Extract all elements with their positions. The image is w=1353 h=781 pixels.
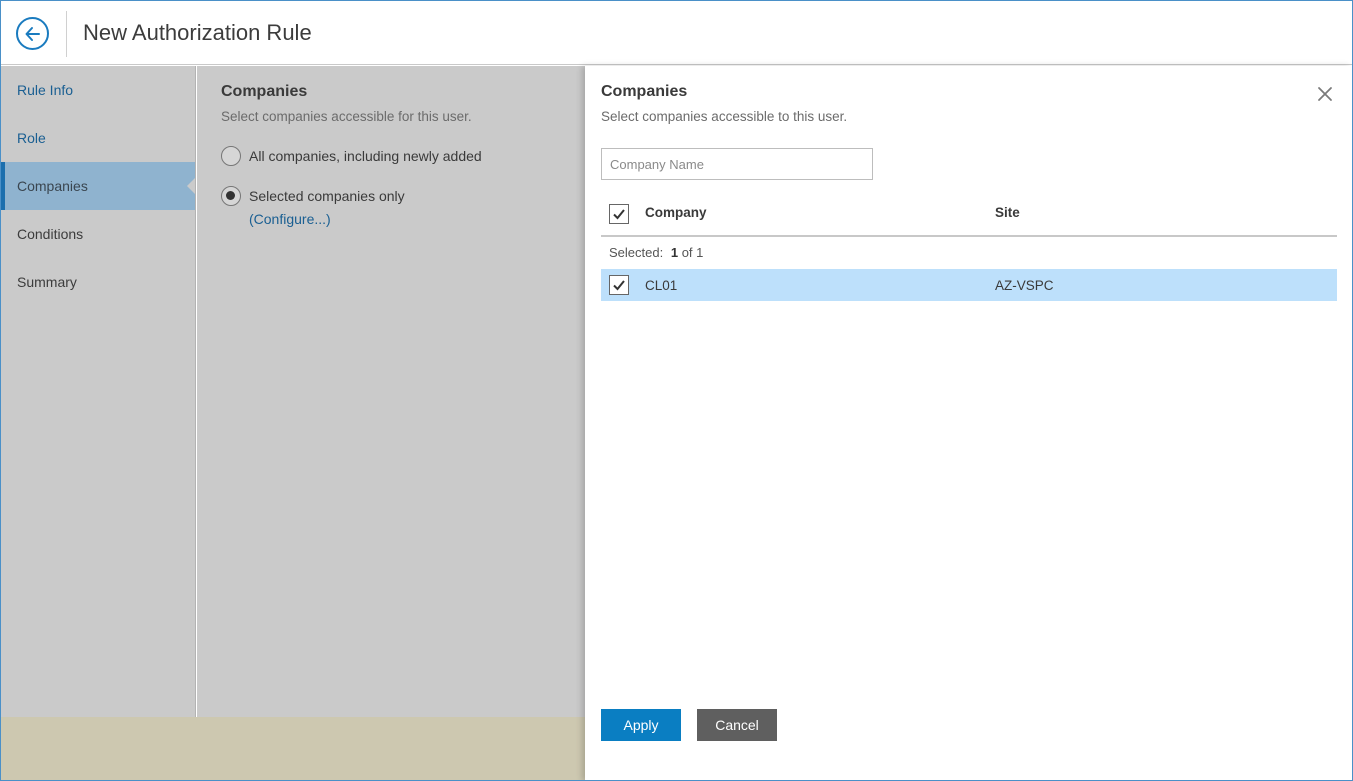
radio-all-companies[interactable]: All companies, including newly added [221, 146, 482, 166]
table-row[interactable]: CL01 AZ-VSPC [601, 269, 1337, 301]
selection-label: Selected: [609, 245, 664, 260]
radio-selected-companies-circle[interactable] [221, 186, 241, 206]
nav-item-role[interactable]: Role [1, 114, 195, 162]
header-divider [66, 11, 67, 57]
cancel-button[interactable]: Cancel [697, 709, 777, 741]
nav-item-rule-info[interactable]: Rule Info [1, 66, 195, 114]
radio-all-companies-label: All companies, including newly added [249, 148, 482, 164]
step-subtitle: Select companies accessible for this use… [221, 109, 472, 124]
selection-count: 1 [670, 245, 679, 260]
active-caret-icon [187, 178, 195, 194]
nav-item-companies-label: Companies [17, 178, 88, 194]
checkmark-icon [613, 280, 625, 291]
grid-header: Company Site [601, 194, 1337, 237]
wizard-steps-nav: Rule Info Role Companies Conditions Summ… [1, 66, 196, 717]
panel-title: Companies [601, 83, 688, 100]
checkmark-icon [613, 209, 625, 220]
companies-side-panel: Companies Select companies accessible to… [585, 66, 1352, 780]
nav-item-summary[interactable]: Summary [1, 258, 195, 306]
select-all-checkbox[interactable] [609, 204, 629, 224]
apply-button[interactable]: Apply [601, 709, 681, 741]
row-checkbox[interactable] [609, 275, 629, 295]
cell-site: AZ-VSPC [995, 278, 1054, 293]
nav-item-conditions[interactable]: Conditions [1, 210, 195, 258]
nav-item-companies[interactable]: Companies [1, 162, 195, 210]
step-title: Companies [221, 83, 308, 100]
panel-subtitle: Select companies accessible to this user… [601, 109, 848, 124]
step-content: Companies Select companies accessible fo… [197, 66, 585, 717]
column-header-company[interactable]: Company [645, 205, 707, 220]
wizard-window: New Authorization Rule Rule Info Role Co… [0, 0, 1353, 781]
header-bar: New Authorization Rule [1, 1, 1352, 65]
radio-selected-companies-label: Selected companies only [249, 188, 405, 204]
selection-summary: Selected: 1 of 1 [601, 237, 1337, 269]
company-name-search-input[interactable] [601, 148, 873, 180]
page-title: New Authorization Rule [83, 20, 312, 45]
column-header-site[interactable]: Site [995, 205, 1020, 220]
close-icon [1318, 87, 1332, 101]
cell-company: CL01 [645, 278, 678, 293]
radio-selected-companies[interactable]: Selected companies only [221, 186, 405, 206]
radio-all-companies-circle[interactable] [221, 146, 241, 166]
companies-grid: Company Site Selected: 1 of 1 CL01 AZ-VS… [601, 194, 1337, 301]
selection-total: of 1 [681, 245, 704, 260]
close-button[interactable] [1316, 85, 1334, 103]
configure-link[interactable]: (Configure...) [249, 211, 331, 227]
back-button[interactable] [16, 17, 49, 50]
footer-strip [1, 717, 585, 780]
arrow-left-icon [25, 27, 40, 41]
